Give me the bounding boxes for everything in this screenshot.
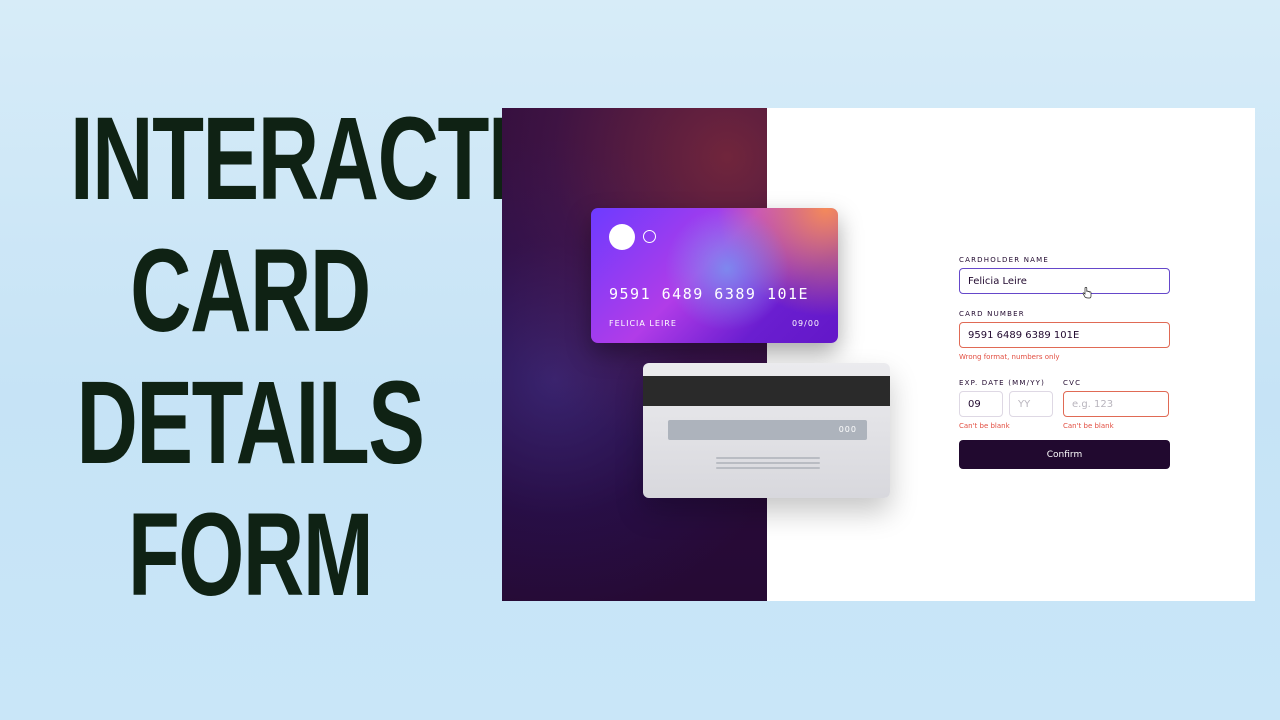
cvc-error: Can't be blank [1063,422,1114,430]
side-gradient-panel [502,108,767,601]
headline-line-4: FORM [127,489,374,621]
exp-cvc-row: EXP. DATE (MM/YY) Can't be blank CVC Can… [959,379,1170,430]
exp-date-label: EXP. DATE (MM/YY) [959,379,1046,387]
card-number-input[interactable] [959,322,1170,348]
card-expiry-display: 09/00 [791,319,820,328]
card-details-form: CARDHOLDER NAME CARD NUMBER Wrong format… [959,256,1170,469]
exp-month-input[interactable] [959,391,1003,417]
exp-year-input[interactable] [1009,391,1053,417]
card-back: 000 [643,363,890,498]
exp-date-group: EXP. DATE (MM/YY) Can't be blank [959,379,1053,430]
headline-line-2: CARD [130,225,371,357]
signature-strip: 000 [668,420,867,440]
headline-line-3: DETAILS [76,357,425,489]
card-number-error: Wrong format, numbers only [959,353,1060,361]
hand-pointer-icon [1082,287,1092,299]
confirm-button[interactable]: Confirm [959,440,1170,469]
card-number-display: 9591 6489 6389 101E [609,285,810,303]
exp-date-error: Can't be blank [959,422,1010,430]
magnetic-stripe [643,376,890,406]
card-front: 9591 6489 6389 101E FELICIA LEIRE 09/00 [591,208,838,343]
card-cvc-display: 000 [838,425,857,434]
cvc-label: CVC [1063,379,1082,387]
cardholder-label: CARDHOLDER NAME [959,256,1049,264]
card-number-group: CARD NUMBER Wrong format, numbers only [959,310,1170,361]
card-number-label: CARD NUMBER [959,310,1025,318]
card-name-display: FELICIA LEIRE [609,319,677,328]
card-logo-ring-icon [643,230,656,243]
cvc-group: CVC Can't be blank [1063,379,1170,430]
cvc-input[interactable] [1063,391,1169,417]
card-logo-circle-icon [609,224,635,250]
card-fine-print [716,457,820,472]
card-form-app: 9591 6489 6389 101E FELICIA LEIRE 09/00 … [502,108,1255,601]
headline-line-1: INTERACTIVE [70,93,622,225]
cardholder-group: CARDHOLDER NAME [959,256,1170,294]
headline: INTERACTIVE CARD DETAILS FORM [0,93,622,621]
cardholder-name-input[interactable] [959,268,1170,294]
